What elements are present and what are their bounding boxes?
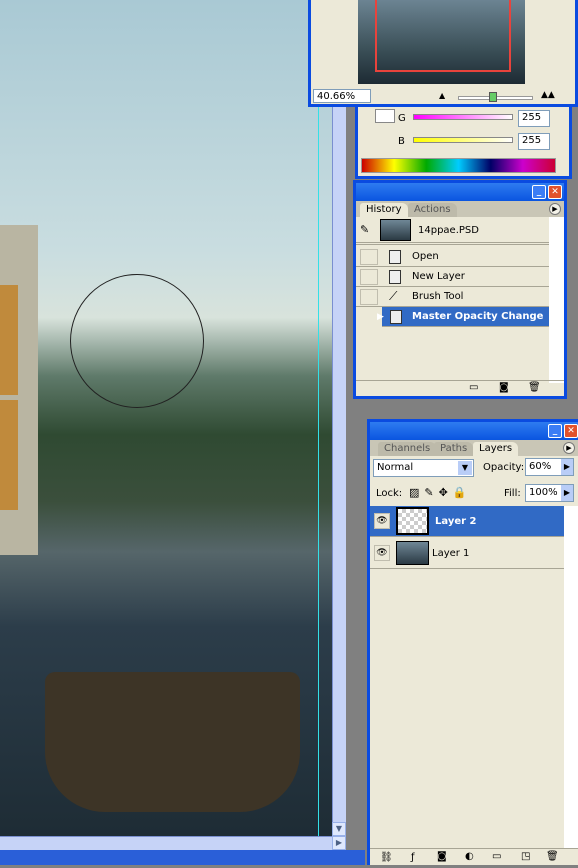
- b-value-field[interactable]: 255: [518, 133, 550, 150]
- document-icon: [390, 310, 402, 324]
- brush-cursor: [70, 274, 204, 408]
- lit-window: [0, 400, 18, 510]
- opacity-field[interactable]: 60% ▶: [525, 458, 574, 476]
- layer-name[interactable]: Layer 1: [432, 548, 469, 559]
- link-icon[interactable]: ⛓: [380, 852, 393, 863]
- guide-line[interactable]: [318, 107, 319, 836]
- navigator-thumbnail[interactable]: [358, 0, 525, 84]
- tab-paths[interactable]: Paths: [434, 442, 474, 456]
- history-item-selected[interactable]: ▶ Master Opacity Change: [377, 307, 549, 327]
- tab-layers[interactable]: Layers: [473, 442, 519, 456]
- scroll-down-button[interactable]: ▼: [332, 822, 346, 836]
- lock-transparency-icon[interactable]: ▨: [409, 486, 424, 499]
- layers-footer: ⛓ ƒ ◙ ◐ ▭ ◳ 🗑: [370, 848, 578, 868]
- new-group-icon[interactable]: ▭: [492, 851, 501, 862]
- zoom-slider-thumb[interactable]: [489, 92, 497, 102]
- history-footer: ▭ ◙ 🗑: [356, 380, 564, 396]
- history-state-marker-icon: ▶: [377, 312, 384, 322]
- scroll-right-button[interactable]: ▶: [332, 836, 346, 850]
- panel-menu-button[interactable]: ▶: [549, 203, 561, 215]
- brush-icon: ⟋: [389, 289, 398, 303]
- g-label: G: [398, 113, 406, 124]
- view-box[interactable]: [375, 0, 511, 72]
- tab-channels[interactable]: Channels: [378, 442, 437, 456]
- lock-all-icon[interactable]: 🔒: [453, 486, 472, 499]
- minimize-button[interactable]: _: [532, 185, 546, 199]
- zoom-in-icon[interactable]: ▲▲: [541, 90, 555, 100]
- tab-history[interactable]: History: [360, 203, 408, 217]
- history-item[interactable]: New Layer: [356, 267, 549, 287]
- adjustment-layer-icon[interactable]: ◐: [465, 851, 474, 862]
- layers-scrollbar[interactable]: [564, 506, 578, 848]
- document-canvas[interactable]: [0, 0, 332, 836]
- color-panel: G 255 B 255: [355, 107, 572, 179]
- status-bar: [0, 850, 365, 865]
- minimize-button[interactable]: _: [548, 424, 562, 438]
- eye-icon[interactable]: 👁: [374, 513, 390, 529]
- history-brush-source-icon[interactable]: ✎: [360, 223, 369, 236]
- layer-style-icon[interactable]: ƒ: [411, 852, 415, 863]
- eye-icon[interactable]: 👁: [374, 545, 390, 561]
- zoom-field[interactable]: 40.66%: [313, 89, 371, 103]
- close-button[interactable]: ✕: [548, 185, 562, 199]
- lock-image-icon[interactable]: ✎: [424, 486, 438, 499]
- layer-row[interactable]: 👁 Layer 2: [370, 506, 564, 537]
- history-scrollbar[interactable]: [549, 217, 564, 383]
- b-label: B: [398, 136, 405, 147]
- color-ramp[interactable]: [361, 158, 556, 173]
- fill-field[interactable]: 100% ▶: [525, 484, 574, 502]
- new-document-from-state-icon[interactable]: ▭: [469, 382, 478, 393]
- layers-panel: _ ✕ Channels Paths Layers ▶ Normal ▼ Opac…: [367, 419, 578, 865]
- history-item[interactable]: ⟋ Brush Tool: [356, 287, 549, 307]
- b-slider[interactable]: [413, 137, 513, 143]
- history-snapshot[interactable]: ✎ 14ppae.PSD: [356, 217, 549, 245]
- history-panel: _ ✕ History Actions ▶ ✎ 14ppae.PSD Open …: [353, 180, 567, 399]
- g-value-field[interactable]: 255: [518, 110, 550, 127]
- new-layer-icon[interactable]: ◳: [521, 851, 530, 862]
- fill-label: Fill:: [504, 488, 521, 499]
- opacity-arrow-icon[interactable]: ▶: [561, 459, 573, 475]
- blend-mode-select[interactable]: Normal ▼: [373, 459, 474, 477]
- close-button[interactable]: ✕: [564, 424, 578, 438]
- lock-label: Lock:: [376, 488, 403, 499]
- zoom-slider[interactable]: [458, 92, 533, 102]
- g-slider[interactable]: [413, 114, 513, 120]
- snapshot-thumbnail: [380, 219, 411, 241]
- history-titlebar[interactable]: _ ✕: [356, 183, 564, 201]
- snapshot-name: 14ppae.PSD: [418, 225, 479, 236]
- horizontal-scrollbar[interactable]: ▶: [0, 836, 346, 850]
- trash-icon[interactable]: 🗑: [528, 382, 541, 393]
- document-icon: [389, 270, 401, 284]
- history-item[interactable]: Open: [356, 247, 549, 267]
- layer-name[interactable]: Layer 2: [435, 516, 476, 527]
- document-icon: [389, 250, 401, 264]
- boat: [45, 672, 300, 812]
- layer-thumbnail: [396, 507, 429, 535]
- layer-mask-icon[interactable]: ◙: [437, 851, 447, 862]
- zoom-out-icon[interactable]: ▲: [439, 91, 445, 100]
- layer-row[interactable]: 👁 Layer 1: [370, 538, 564, 569]
- layer-thumbnail: [396, 541, 429, 565]
- snapshot-camera-icon[interactable]: ◙: [499, 382, 509, 393]
- panel-menu-button[interactable]: ▶: [563, 442, 575, 454]
- tab-actions[interactable]: Actions: [408, 203, 457, 217]
- opacity-label: Opacity:: [483, 462, 525, 473]
- background-color-swatch[interactable]: [375, 109, 395, 123]
- layers-titlebar[interactable]: _ ✕: [370, 422, 578, 440]
- lock-position-icon[interactable]: ✥: [439, 486, 453, 499]
- trash-icon[interactable]: 🗑: [546, 851, 559, 862]
- fill-arrow-icon[interactable]: ▶: [561, 485, 573, 501]
- chevron-down-icon: ▼: [458, 461, 472, 475]
- lock-icons[interactable]: ▨✎✥🔒: [409, 486, 472, 499]
- navigator-panel: 40.66% ▲ ▲▲: [308, 0, 578, 107]
- lit-window: [0, 285, 18, 395]
- vertical-scrollbar[interactable]: ▼: [332, 107, 346, 836]
